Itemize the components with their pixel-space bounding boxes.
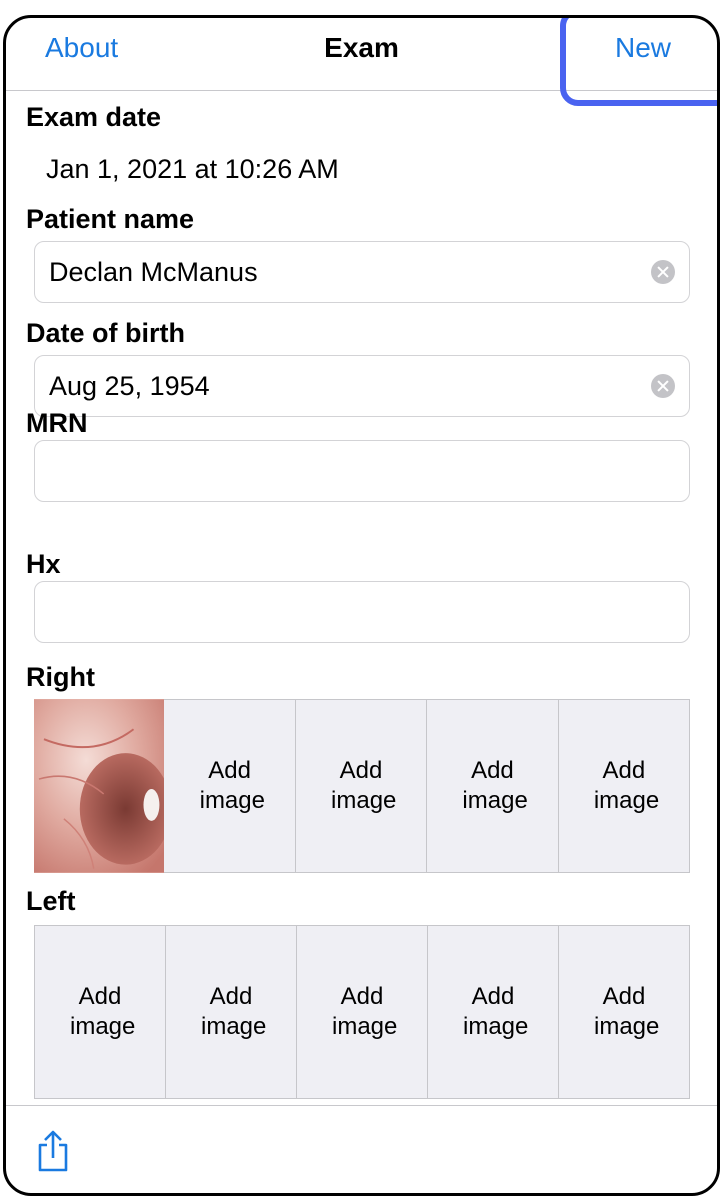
right-add-image-slot[interactable]: Add image bbox=[558, 699, 691, 873]
left-add-image-slot[interactable]: Add image bbox=[297, 925, 428, 1099]
right-image-grid: Add image Add image Add image Add image bbox=[34, 699, 691, 873]
patient-name-value: Declan McManus bbox=[49, 257, 258, 287]
left-add-image-slot[interactable]: Add image bbox=[428, 925, 559, 1099]
clear-icon[interactable] bbox=[651, 374, 675, 398]
mrn-field[interactable] bbox=[34, 440, 690, 502]
right-add-image-slot[interactable]: Add image bbox=[427, 699, 559, 873]
patient-name-label: Patient name bbox=[26, 204, 195, 234]
left-add-image-slot[interactable]: Add image bbox=[166, 925, 297, 1099]
date-of-birth-value: Aug 25, 1954 bbox=[49, 371, 210, 401]
right-add-image-slot[interactable]: Add image bbox=[164, 699, 296, 873]
bottom-toolbar bbox=[6, 1105, 717, 1193]
app-frame: About Exam New Exam date Jan 1, 2021 at … bbox=[3, 15, 720, 1196]
mrn-label: MRN bbox=[26, 408, 88, 438]
right-label: Right bbox=[26, 662, 95, 692]
left-add-image-slot[interactable]: Add image bbox=[559, 925, 690, 1099]
hx-label: Hx bbox=[26, 549, 61, 579]
left-image-grid: Add image Add image Add image Add image … bbox=[34, 925, 690, 1099]
share-button[interactable] bbox=[36, 1129, 70, 1178]
hx-field[interactable] bbox=[34, 581, 690, 643]
exam-date-value[interactable]: Jan 1, 2021 at 10:26 AM bbox=[46, 154, 339, 185]
right-image-thumbnail[interactable] bbox=[34, 699, 165, 873]
exam-date-label: Exam date bbox=[26, 102, 162, 132]
left-add-image-slot[interactable]: Add image bbox=[34, 925, 166, 1099]
share-icon bbox=[38, 1130, 68, 1172]
date-of-birth-field[interactable]: Aug 25, 1954 bbox=[34, 355, 690, 417]
left-label: Left bbox=[26, 886, 76, 916]
clear-icon[interactable] bbox=[651, 260, 675, 284]
date-of-birth-label: Date of birth bbox=[26, 318, 185, 348]
new-button-highlight bbox=[560, 18, 717, 106]
ear-canal-image bbox=[34, 699, 165, 873]
right-add-image-slot[interactable]: Add image bbox=[295, 699, 428, 873]
patient-name-field[interactable]: Declan McManus bbox=[34, 241, 690, 303]
